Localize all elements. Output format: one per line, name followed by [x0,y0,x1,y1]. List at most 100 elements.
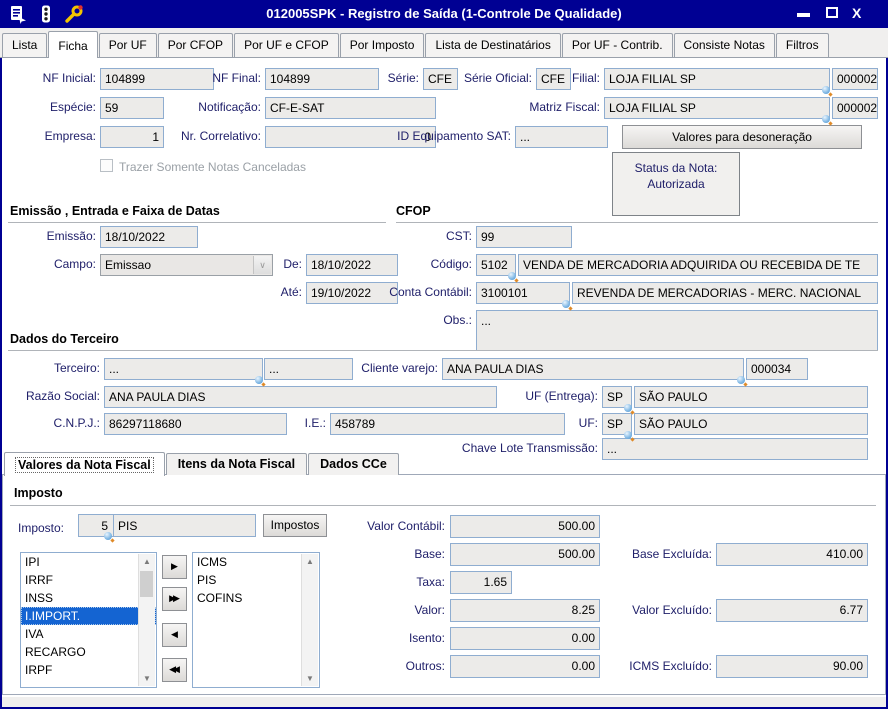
de-field[interactable]: 18/10/2022 [306,254,398,276]
imposto-field-divider [113,515,114,536]
base-label: Base: [345,547,445,561]
filial-label: Filial: [545,71,600,85]
tab-consiste-notas[interactable]: Consiste Notas [674,33,775,57]
move-left-button[interactable]: ◀ [162,623,187,647]
id-equipamento-sat-field[interactable]: ... [515,126,608,148]
base-excluida-field[interactable]: 410.00 [716,543,868,566]
scrollbar[interactable]: ▲ ▼ [301,554,318,686]
imposto-label: Imposto: [18,521,74,535]
list-item[interactable]: IRRF [21,571,156,589]
cnpj-field[interactable]: 86297118680 [104,413,287,435]
list-item-selected[interactable]: I.IMPORT. [21,607,156,625]
campo-label: Campo: [8,257,96,271]
app-window: 012005SPK - Registro de Saída (1-Control… [0,0,888,709]
cst-field[interactable]: 99 [476,226,572,248]
scrollbar[interactable]: ▲ ▼ [138,554,155,686]
notificacao-field[interactable]: CF-E-SAT [265,97,436,119]
nf-final-field[interactable]: 104899 [265,68,379,90]
tab-itens-nota-fiscal[interactable]: Itens da Nota Fiscal [166,453,307,475]
filial-field[interactable]: LOJA FILIAL SP [604,68,830,90]
filial-code-field[interactable]: 000002 [832,68,878,90]
cliente-varejo-field[interactable]: ANA PAULA DIAS [442,358,744,380]
trazer-canceladas-checkbox[interactable] [100,159,113,172]
move-right-button[interactable]: ▶ [162,555,187,579]
campo-dropdown-value: Emissao [105,258,151,272]
list-item[interactable]: INSS [21,589,156,607]
tab-lista[interactable]: Lista [2,33,47,57]
chevron-down-icon[interactable]: ∨ [253,256,271,274]
chave-lote-field[interactable]: ... [602,438,868,460]
matriz-fiscal-field[interactable]: LOJA FILIAL SP [604,97,830,119]
list-item[interactable]: IPI [21,553,156,571]
razao-social-field[interactable]: ANA PAULA DIAS [104,386,497,408]
isento-field[interactable]: 0.00 [450,627,600,650]
tab-ficha[interactable]: Ficha [48,31,97,58]
valor-excluido-label: Valor Excluído: [600,603,712,617]
impostos-button[interactable]: Impostos [263,514,327,537]
valor-field[interactable]: 8.25 [450,599,600,622]
emissao-field[interactable]: 18/10/2022 [100,226,198,248]
move-all-right-button[interactable]: ▶▶ [162,587,187,611]
impostos-disponiveis-list[interactable]: IPI IRRF INSS I.IMPORT. IVA RECARGO IRPF… [20,552,157,688]
cnpj-label: C.N.P.J.: [12,416,100,430]
codigo-desc-field[interactable]: VENDA DE MERCADORIA ADQUIRIDA OU RECEBID… [518,254,878,276]
empresa-field[interactable]: 1 [100,126,164,148]
taxa-field[interactable]: 1.65 [450,571,512,594]
hint-marker [508,272,516,280]
minimize-button[interactable] [797,13,810,17]
valor-contabil-field[interactable]: 500.00 [450,515,600,538]
scrollbar-thumb[interactable] [140,571,153,597]
base-field[interactable]: 500.00 [450,543,600,566]
scroll-down-icon[interactable]: ▼ [139,671,155,686]
matriz-fiscal-code-field[interactable]: 000002 [832,97,878,119]
tab-por-uf-contrib[interactable]: Por UF - Contrib. [562,33,673,57]
ie-field[interactable]: 458789 [330,413,565,435]
obs-label: Obs.: [390,313,472,327]
impostos-selecionados-list[interactable]: ICMS PIS COFINS ▲ ▼ [192,552,320,688]
maximize-button[interactable] [826,7,838,18]
valor-excluido-field[interactable]: 6.77 [716,599,868,622]
scroll-up-icon[interactable]: ▲ [302,554,318,569]
valor-contabil-label: Valor Contábil: [345,519,445,533]
move-all-left-button[interactable]: ◀◀ [162,658,187,682]
terceiro-field-2[interactable]: ... [264,358,353,380]
razao-social-label: Razão Social: [12,389,100,403]
tab-por-imposto[interactable]: Por Imposto [340,33,425,57]
campo-dropdown[interactable]: Emissao ∨ [100,254,273,276]
conta-contabil-field[interactable]: 3100101 [476,282,570,304]
nf-final-label: NF Final: [175,71,261,85]
outros-field[interactable]: 0.00 [450,655,600,678]
section-emissao-rule [8,222,386,224]
uf-entrega-nome-field[interactable]: SÃO PAULO [634,386,868,408]
scroll-down-icon[interactable]: ▼ [302,671,318,686]
list-item[interactable]: IVA [21,625,156,643]
window-title: 012005SPK - Registro de Saída (1-Control… [0,6,888,21]
base-excluida-label: Base Excluída: [600,547,712,561]
uf-entrega-label: UF (Entrega): [500,389,598,403]
cliente-varejo-code-field[interactable]: 000034 [746,358,808,380]
tab-valores-nota-fiscal[interactable]: Valores da Nota Fiscal [4,452,165,476]
tab-lista-destinatarios[interactable]: Lista de Destinatários [425,33,560,57]
outros-label: Outros: [345,659,445,673]
inner-tab-bar: Valores da Nota Fiscal Itens da Nota Fis… [4,450,400,475]
scroll-up-icon[interactable]: ▲ [139,554,155,569]
list-item[interactable]: RECARGO [21,643,156,661]
list-item[interactable]: IRPF [21,661,156,679]
uf-nome-field[interactable]: SÃO PAULO [634,413,868,435]
icms-excluido-label: ICMS Excluído: [600,659,712,673]
tab-por-uf-e-cfop[interactable]: Por UF e CFOP [234,33,339,57]
icms-excluido-field[interactable]: 90.00 [716,655,868,678]
terceiro-field[interactable]: ... [104,358,263,380]
tab-por-cfop[interactable]: Por CFOP [158,33,233,57]
tab-por-uf[interactable]: Por UF [99,33,157,57]
obs-field[interactable]: ... [476,310,878,352]
bottom-strip [2,697,886,707]
tab-dados-cce[interactable]: Dados CCe [308,453,399,475]
conta-contabil-desc-field[interactable]: REVENDA DE MERCADORIAS - MERC. NACIONAL [572,282,878,304]
hint-marker [822,115,830,123]
especie-field[interactable]: 59 [100,97,164,119]
valores-desoneracao-button[interactable]: Valores para desoneração [622,125,862,149]
close-button[interactable]: X [852,5,861,21]
status-da-nota-line2: Autorizada [613,176,739,192]
tab-filtros[interactable]: Filtros [776,33,829,57]
